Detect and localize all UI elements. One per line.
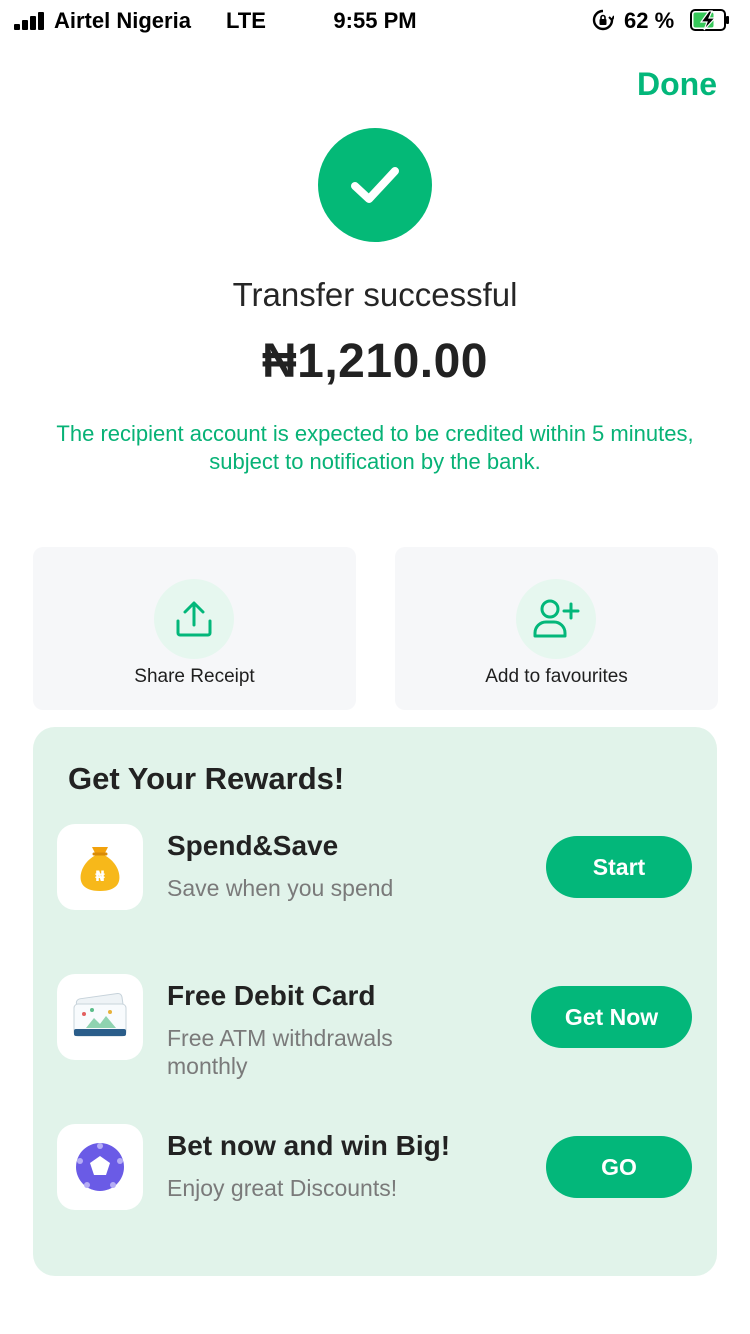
add-to-favourites-label: Add to favourites (485, 666, 628, 687)
reward-name: Free Debit Card (167, 980, 376, 1011)
share-receipt-button[interactable]: Share Receipt (33, 547, 356, 710)
rewards-panel: Get Your Rewards! ₦ Spend&Save Save when… (33, 727, 717, 1276)
battery-percentage: 62 % (624, 8, 675, 33)
success-check-icon (318, 128, 432, 242)
soccer-ball-icon (57, 1124, 143, 1210)
share-receipt-label: Share Receipt (134, 666, 255, 687)
battery-charging-icon (690, 9, 729, 31)
reward-name: Spend&Save (167, 830, 339, 861)
go-button[interactable]: GO (546, 1136, 692, 1198)
reward-name: Bet now and win Big! (167, 1130, 451, 1161)
transfer-amount: ₦1,210.00 (261, 335, 488, 388)
transfer-status-title: Transfer successful (232, 276, 518, 313)
svg-text:₦: ₦ (95, 869, 105, 885)
reward-description: Free ATM withdrawals monthly (167, 1025, 393, 1079)
status-bar: Airtel Nigeria LTE 9:55 PM 62 % (0, 0, 750, 44)
add-user-icon (516, 579, 596, 659)
reward-description: Enjoy great Discounts! (167, 1175, 398, 1201)
orientation-lock-icon (592, 9, 614, 31)
money-bag-icon: ₦ (57, 824, 143, 910)
credit-notice: The recipient account is expected to be … (56, 421, 694, 474)
debit-card-icon (57, 974, 143, 1060)
add-to-favourites-button[interactable]: Add to favourites (395, 547, 718, 710)
rewards-title: Get Your Rewards! (68, 761, 345, 796)
get-now-button[interactable]: Get Now (531, 986, 692, 1048)
start-button[interactable]: Start (546, 836, 692, 898)
share-icon (154, 579, 234, 659)
reward-description: Save when you spend (167, 875, 394, 901)
done-button[interactable]: Done (637, 66, 717, 103)
